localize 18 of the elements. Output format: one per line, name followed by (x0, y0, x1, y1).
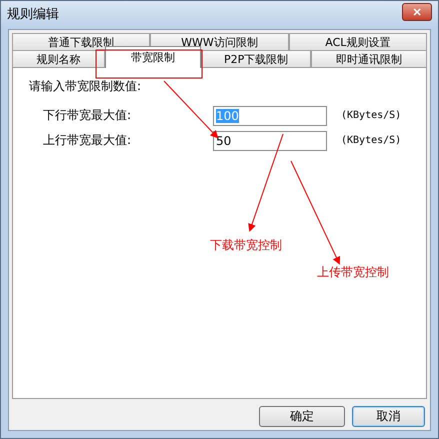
prompt-text: 请输入带宽限制数值: (29, 78, 142, 95)
annotation-label: 下载带宽控制 (210, 237, 282, 254)
dialog-button[interactable]: 确定 (259, 406, 345, 427)
tab[interactable]: 带宽限制 (104, 46, 202, 68)
tab[interactable]: 即时通讯限制 (310, 50, 427, 67)
tab[interactable]: P2P下载限制 (201, 50, 311, 67)
unit-label: (KBytes/S) (341, 135, 402, 146)
input-field[interactable]: 50 (213, 130, 327, 150)
field-label: 下行带宽最大值: (42, 107, 132, 124)
annotation-arrow (164, 80, 218, 138)
annotation-label: 上传带宽控制 (317, 264, 389, 281)
tab[interactable]: WWW访问限制 (150, 33, 289, 50)
unit-label: (KBytes/S) (341, 110, 402, 121)
tab[interactable]: ACL规则设置 (288, 33, 427, 50)
dialog-button[interactable]: 取消 (352, 406, 425, 427)
tab[interactable]: 规则名称 (12, 50, 105, 67)
field-label: 上行带宽最大值: (42, 132, 132, 149)
window-title: 规则编辑 (7, 6, 59, 23)
